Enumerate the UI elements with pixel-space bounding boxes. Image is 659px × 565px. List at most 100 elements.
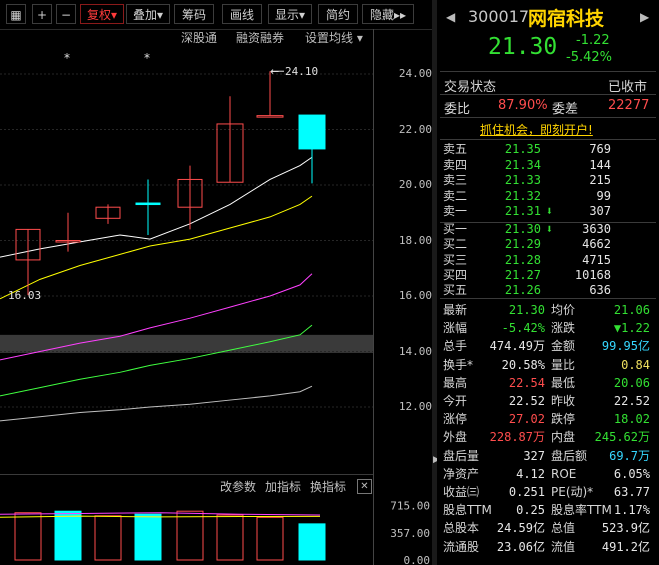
open-account-link[interactable]: 抓住机会，即刻开户! <box>480 121 593 138</box>
stat-label: 总手 <box>443 339 468 354</box>
set-ma-link[interactable]: 设置均线 ▾ <box>305 29 363 46</box>
down-arrow-icon: ⬇ <box>545 204 553 218</box>
ask-level[interactable]: 卖三 21.33 215 <box>443 172 653 189</box>
stat-value: 523.9亿 <box>601 521 650 536</box>
stat-row: 最新 21.30 均价 21.06 <box>443 302 653 319</box>
ask-price: 21.31 <box>504 204 541 218</box>
simple-button[interactable]: 简约 <box>318 4 358 24</box>
stat-label: 流通股 <box>443 539 480 554</box>
stat-value: 21.06 <box>613 303 650 317</box>
ask-level[interactable]: 卖一 21.31 ⬇ 307 <box>443 203 653 220</box>
stat-value: 245.62万 <box>594 430 650 445</box>
volume-bar <box>94 515 122 561</box>
candlestick-chart[interactable]: 16.03 24.10 ← * * <box>0 50 432 430</box>
chips-button[interactable]: 筹码 <box>174 4 214 24</box>
stat-value: 24.59亿 <box>496 521 545 536</box>
ask-price: 21.33 <box>504 173 541 187</box>
ask-level[interactable]: 卖五 21.35 769 <box>443 141 653 158</box>
change-params-button[interactable]: 改参数 <box>220 478 256 495</box>
volume-bar <box>176 510 204 561</box>
stat-label: 总值 <box>551 521 576 536</box>
overlay-button[interactable]: 叠加▾ <box>126 4 170 24</box>
stat-value: 22.52 <box>508 394 545 408</box>
cost-band <box>0 334 373 353</box>
stat-value: 228.87万 <box>489 430 545 445</box>
stat-row: 流通股 23.06亿 流值 491.2亿 <box>443 539 653 556</box>
next-stock-icon[interactable]: ▶ <box>640 10 649 24</box>
stat-value: 69.7万 <box>609 448 650 463</box>
display-label: 显示 <box>274 8 299 22</box>
stat-row: 净资产 4.12 ROE 6.05% <box>443 466 653 483</box>
stat-value: 0.25 <box>516 503 545 518</box>
y-axis-label: 24.00 <box>398 67 432 80</box>
bid-price: 21.26 <box>504 283 541 298</box>
stat-label: 均价 <box>551 303 576 317</box>
hk-connect-link[interactable]: 深股通 <box>181 29 217 46</box>
stat-label: 最低 <box>551 375 576 390</box>
stat-row: 外盘 228.87万 内盘 245.62万 <box>443 429 653 446</box>
ask-volume: 215 <box>589 173 611 187</box>
stat-row: 涨幅 -5.42% 涨跌 ▼1.22 <box>443 320 653 337</box>
stat-label: 净资产 <box>443 466 480 481</box>
bid-level[interactable]: 买五 21.26 636 <box>443 282 653 299</box>
candle-body <box>256 115 284 118</box>
stat-row: 股息TTM 0.25 股息率TTM 1.17% <box>443 502 653 519</box>
chart-toolbar: ▦ + − 复权▾ 叠加▾ 筹码 画线 显示▾ 简约 隐藏▸▸ <box>0 0 432 30</box>
ask-volume: 307 <box>589 204 611 218</box>
close-icon[interactable]: ✕ <box>357 479 372 494</box>
stat-value: 474.49万 <box>489 339 545 354</box>
stat-value: 22.52 <box>613 394 650 408</box>
candle-body <box>135 202 161 206</box>
ask-volume: 769 <box>589 142 611 156</box>
stat-label: 今开 <box>443 394 468 408</box>
y-axis-label: 22.00 <box>398 122 432 136</box>
y-axis-label: 20.00 <box>398 178 432 191</box>
crosshair-icon[interactable]: + <box>32 4 52 24</box>
volume-bar <box>14 512 42 561</box>
stat-value: 27.02 <box>508 412 545 427</box>
order-ratio-label: 委比 <box>444 102 471 117</box>
volume-bar <box>256 516 284 561</box>
stat-label: 总股本 <box>443 521 480 536</box>
stat-label: 内盘 <box>551 430 576 445</box>
low-annotation: 16.03 <box>8 289 41 302</box>
margin-trading-link[interactable]: 融资融券 <box>236 29 284 46</box>
grid-icon[interactable]: ▦ <box>6 4 26 24</box>
ask-level[interactable]: 卖四 21.34 144 <box>443 157 653 174</box>
bid-volume: 636 <box>589 283 611 298</box>
ask-level[interactable]: 卖二 21.32 99 <box>443 188 653 205</box>
draw-line-button[interactable]: 画线 <box>222 4 262 24</box>
order-diff: 22277 <box>608 98 650 113</box>
y-axis-label: 16.00 <box>398 289 432 302</box>
minus-icon[interactable]: − <box>56 4 76 24</box>
hide-button[interactable]: 隐藏▸▸ <box>362 4 414 24</box>
stat-label: 最新 <box>443 303 468 317</box>
arrow-icon: ← <box>270 65 279 78</box>
volume-chart[interactable]: 715.00 357.00 0.00 <box>0 495 432 565</box>
price-change: -1.22 <box>576 33 610 48</box>
volume-bar <box>216 514 244 561</box>
ask-price: 21.32 <box>504 188 541 203</box>
display-button[interactable]: 显示▾ <box>268 4 312 24</box>
indicator-divider <box>0 474 373 475</box>
stat-label: 昨收 <box>551 394 576 408</box>
stat-row: 最高 22.54 最低 20.06 <box>443 375 653 392</box>
stat-label: 收益㈢ <box>443 485 480 499</box>
stat-label: 盘后量 <box>443 448 480 463</box>
hide-label: 隐藏 <box>369 8 394 22</box>
switch-indicator-button[interactable]: 换指标 <box>310 478 346 495</box>
prev-stock-icon[interactable]: ◀ <box>446 10 455 24</box>
add-indicator-button[interactable]: 加指标 <box>265 478 301 495</box>
stat-row: 总手 474.49万 金额 99.95亿 <box>443 338 653 355</box>
stat-label: 金额 <box>551 339 576 354</box>
ask-label: 卖五 <box>443 142 468 156</box>
stat-label: 涨跌 <box>551 321 576 336</box>
overlay-label: 叠加 <box>132 8 157 22</box>
stat-value: -5.42% <box>501 321 545 336</box>
stock-code: 300017 <box>468 7 530 26</box>
stat-value: 20.06 <box>613 375 650 390</box>
y-axis-label: 14.00 <box>398 344 432 358</box>
restore-rights-button[interactable]: 复权▾ <box>80 4 124 24</box>
candle-body <box>298 114 326 150</box>
stat-value: ▼1.22 <box>613 321 650 336</box>
